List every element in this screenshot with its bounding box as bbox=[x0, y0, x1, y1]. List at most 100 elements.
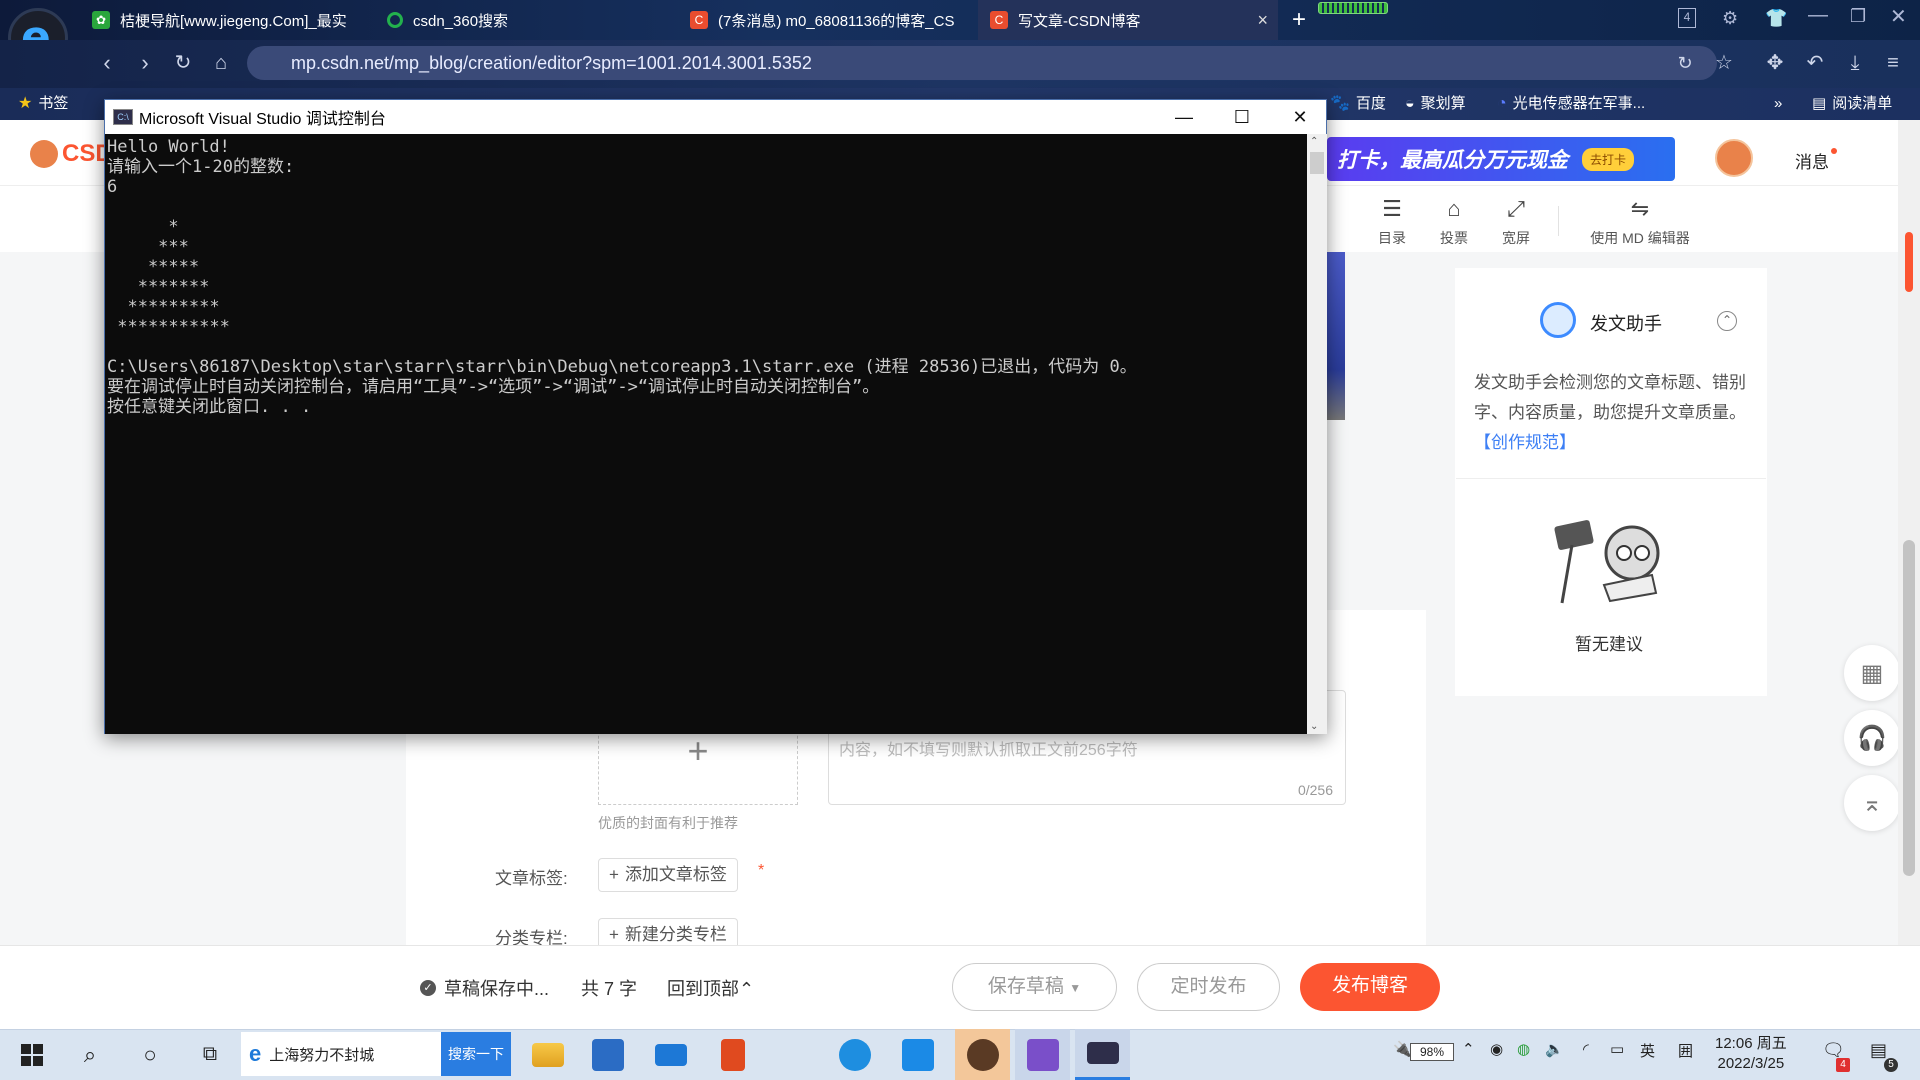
collapse-icon[interactable]: ⌃ bbox=[1717, 311, 1737, 331]
bookmarks-more-button[interactable]: » bbox=[1774, 88, 1782, 120]
game-icon[interactable]: ⚙ bbox=[1722, 8, 1738, 29]
back-to-top-link[interactable]: 回到顶部⌃ bbox=[667, 975, 754, 1001]
forward-icon[interactable]: › bbox=[130, 48, 160, 78]
bookmark-juhuasuan[interactable]: ◒ 聚划算 bbox=[1405, 88, 1466, 120]
qrcode-icon[interactable]: ▦ bbox=[1844, 645, 1900, 701]
bookmark-baidu[interactable]: 🐾 百度 bbox=[1330, 88, 1386, 120]
visual-studio-icon[interactable] bbox=[1015, 1029, 1070, 1080]
undo-close-icon[interactable]: ↶ bbox=[1800, 48, 1830, 78]
clock[interactable]: 12:06 周五 2022/3/25 bbox=[1715, 1034, 1787, 1074]
bookmarks-button[interactable]: ★ 书签 bbox=[18, 88, 68, 120]
file-explorer-icon[interactable] bbox=[525, 1029, 570, 1080]
action-center-icon[interactable]: ▤ bbox=[1870, 1040, 1887, 1061]
console-scrollbar-thumb[interactable] bbox=[1310, 152, 1324, 174]
headset-icon[interactable]: 🎧 bbox=[1844, 710, 1900, 766]
taskbar-search-button[interactable]: 搜索一下 bbox=[441, 1032, 511, 1076]
tab-close-icon[interactable]: × bbox=[1257, 10, 1268, 31]
console-titlebar[interactable]: C:\ Microsoft Visual Studio 调试控制台 — ☐ ✕ bbox=[105, 100, 1326, 134]
download-icon[interactable]: ⤓ bbox=[1840, 48, 1870, 78]
tab-favicon-icon bbox=[387, 12, 403, 28]
toolbar-md-editor[interactable]: ⇋ 使用 MD 编辑器 bbox=[1580, 196, 1700, 248]
creation-rules-link[interactable]: 【创作规范】 bbox=[1474, 433, 1576, 452]
extensions-icon[interactable]: ✥ bbox=[1760, 48, 1790, 78]
task-view-icon[interactable]: ⧉ bbox=[190, 1029, 230, 1080]
promo-banner[interactable]: 打卡，最高瓜分万元现金 去打卡 bbox=[1327, 137, 1675, 181]
volume-icon[interactable]: 🔈 bbox=[1545, 1040, 1564, 1058]
tab-csdn-blog[interactable]: C (7条消息) m0_68081136的博客_CS bbox=[678, 0, 974, 40]
close-window-icon[interactable]: ✕ bbox=[1890, 4, 1907, 29]
required-mark: * bbox=[758, 862, 765, 879]
minimize-icon[interactable]: — bbox=[1808, 4, 1828, 27]
toolbar-toc[interactable]: ☰ 目录 bbox=[1362, 196, 1422, 248]
skin-icon[interactable]: 👕 bbox=[1765, 8, 1787, 29]
toolbar-widescreen[interactable]: ⤢ 宽屏 bbox=[1486, 196, 1546, 248]
messages-link[interactable]: 消息 bbox=[1795, 148, 1837, 173]
scroll-down-icon[interactable]: ⌄ bbox=[1310, 721, 1318, 732]
no-suggestion-text: 暂无建议 bbox=[1575, 635, 1643, 654]
back-to-top-icon[interactable]: ⌅ bbox=[1844, 775, 1900, 831]
office-icon[interactable] bbox=[710, 1029, 755, 1080]
url-field[interactable]: mp.csdn.net/mp_blog/creation/editor?spm=… bbox=[247, 46, 1717, 80]
home-icon[interactable]: ⌂ bbox=[206, 48, 236, 78]
video-app-icon[interactable] bbox=[895, 1029, 940, 1080]
plug-icon[interactable]: 🔌 bbox=[1393, 1040, 1412, 1058]
console-window[interactable]: C:\ Microsoft Visual Studio 调试控制台 — ☐ ✕ … bbox=[104, 99, 1327, 734]
reload-page-icon[interactable]: ↻ bbox=[1670, 48, 1700, 78]
console-scrollbar[interactable]: ⌃ ⌄ bbox=[1307, 134, 1327, 734]
memory-meter bbox=[1318, 2, 1388, 14]
ie-icon: e bbox=[249, 1041, 262, 1066]
start-button[interactable] bbox=[12, 1029, 52, 1080]
console-maximize-icon[interactable]: ☐ bbox=[1213, 100, 1271, 134]
tab-title: 写文章-CSDN博客 bbox=[1018, 12, 1141, 30]
schedule-button[interactable]: 定时发布 bbox=[1137, 963, 1280, 1011]
ime-mode-icon[interactable]: 囲 bbox=[1678, 1040, 1693, 1061]
taskbar-search-box[interactable]: e 上海努力不封城 bbox=[241, 1032, 441, 1076]
toolbar-vote[interactable]: ⌂ 投票 bbox=[1424, 196, 1484, 248]
console-output[interactable]: Hello World! 请输入一个1-20的整数: 6 * *** ***** *… bbox=[105, 134, 1307, 734]
toolbar-label: 使用 MD 编辑器 bbox=[1590, 230, 1690, 246]
restore-icon[interactable]: ❐ bbox=[1850, 6, 1866, 27]
store-icon[interactable] bbox=[585, 1029, 630, 1080]
no-suggestion-illustration bbox=[1552, 515, 1672, 610]
mail-icon[interactable] bbox=[648, 1029, 693, 1080]
tab-title: csdn_360搜索 bbox=[413, 12, 509, 30]
qq-icon[interactable]: ◉ bbox=[1490, 1040, 1503, 1058]
new-tab-button[interactable]: + bbox=[1283, 4, 1315, 36]
save-draft-button[interactable]: 保存草稿 ▼ bbox=[952, 963, 1117, 1011]
wifi-icon[interactable]: ◜ bbox=[1583, 1040, 1589, 1058]
tab-write-article[interactable]: C 写文章-CSDN博客 × bbox=[978, 0, 1278, 40]
console-taskbar-icon[interactable] bbox=[1075, 1029, 1130, 1080]
publish-button[interactable]: 发布博客 bbox=[1300, 963, 1440, 1011]
back-icon[interactable]: ‹ bbox=[92, 48, 122, 78]
draft-status-text: 草稿保存中... bbox=[444, 979, 550, 999]
keyboard-icon[interactable]: ▭ bbox=[1610, 1040, 1624, 1058]
user-app-icon[interactable] bbox=[955, 1029, 1010, 1080]
new-category-button[interactable]: + 新建分类专栏 bbox=[598, 918, 738, 946]
battery-indicator[interactable]: 98% bbox=[1410, 1043, 1454, 1061]
action-center-badge: 5 bbox=[1884, 1058, 1898, 1072]
scroll-up-icon[interactable]: ⌃ bbox=[1310, 136, 1318, 147]
star-bookmark-icon[interactable]: ☆ bbox=[1709, 48, 1739, 78]
menu-icon[interactable]: ≡ bbox=[1878, 48, 1908, 78]
console-line: Hello World! bbox=[107, 137, 230, 157]
tab-count-icon[interactable]: 4 bbox=[1678, 8, 1696, 28]
console-minimize-icon[interactable]: — bbox=[1155, 100, 1213, 134]
cortana-icon[interactable]: ○ bbox=[130, 1029, 170, 1080]
page-scrollbar-thumb[interactable] bbox=[1903, 540, 1915, 876]
csdn-logo[interactable]: CSD bbox=[30, 140, 113, 168]
add-tag-button[interactable]: + 添加文章标签 bbox=[598, 858, 738, 892]
switch-icon: ⇋ bbox=[1630, 196, 1650, 221]
refresh-icon[interactable]: ↻ bbox=[168, 48, 198, 78]
console-close-icon[interactable]: ✕ bbox=[1271, 100, 1329, 134]
security-icon[interactable]: ◍ bbox=[1517, 1040, 1530, 1058]
search-icon[interactable]: ⌕ bbox=[70, 1029, 110, 1080]
browser-taskbar-icon[interactable] bbox=[832, 1029, 877, 1080]
avatar[interactable] bbox=[1715, 139, 1753, 177]
ime-indicator[interactable]: 英 bbox=[1640, 1040, 1655, 1061]
tab-360search[interactable]: csdn_360搜索 bbox=[375, 0, 675, 40]
bookmark-sensor[interactable]: ◔ 光电传感器在军事... bbox=[1497, 88, 1645, 120]
reading-list-button[interactable]: ▤ 阅读清单 bbox=[1812, 88, 1892, 120]
tray-expand-icon[interactable]: ⌃ bbox=[1462, 1040, 1475, 1058]
tab-jiegeng[interactable]: ✿ 桔梗导航[www.jiegeng.Com]_最实 bbox=[80, 0, 370, 40]
cover-hint: 优质的封面有利于推荐 bbox=[598, 815, 738, 831]
